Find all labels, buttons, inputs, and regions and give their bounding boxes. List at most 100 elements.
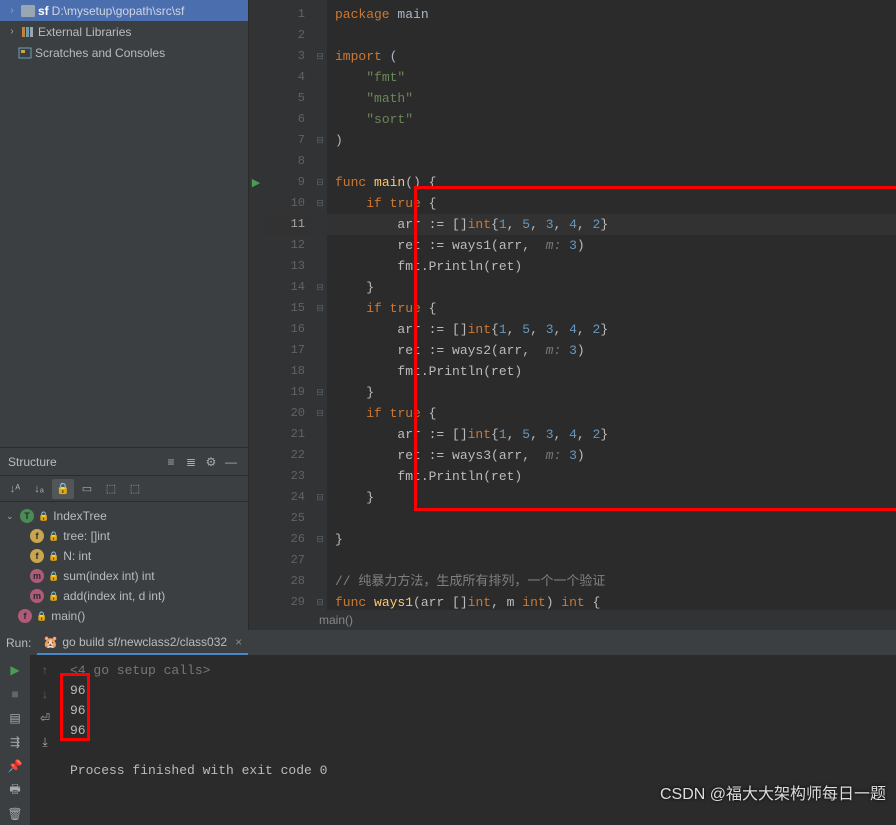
fold-icon[interactable]: ⊟ bbox=[313, 382, 327, 403]
layout-icon[interactable]: ▤ bbox=[4, 707, 26, 729]
sort-alpha-icon[interactable]: ↓ᴬ bbox=[4, 479, 26, 499]
project-root-row[interactable]: › sf D:\mysetup\gopath\src\sf bbox=[0, 0, 248, 21]
breadcrumb-item[interactable]: main() bbox=[319, 613, 353, 627]
code-line[interactable]: "math" bbox=[327, 88, 896, 109]
lock-icon: 🔒 bbox=[48, 551, 59, 562]
stop-icon[interactable]: ■ bbox=[4, 683, 26, 705]
code-line[interactable] bbox=[327, 550, 896, 571]
scratches-row[interactable]: Scratches and Consoles bbox=[0, 42, 248, 63]
sort-visibility-icon[interactable]: ↓ₐ bbox=[28, 479, 50, 499]
run-label: Run: bbox=[6, 636, 31, 650]
fold-icon[interactable]: ⊟ bbox=[313, 172, 327, 193]
code-line[interactable]: arr := []int{1, 5, 3, 4, 2} bbox=[327, 424, 896, 445]
watermark: CSDN @福大大架构师每日一题 bbox=[660, 780, 886, 804]
code-line[interactable]: arr := []int{1, 5, 3, 4, 2} bbox=[327, 319, 896, 340]
autoscroll-from-icon[interactable]: ⬚ bbox=[124, 479, 146, 499]
code-line[interactable] bbox=[327, 508, 896, 529]
structure-member-row[interactable]: m🔒sum(index int) int bbox=[0, 566, 248, 586]
gear-icon[interactable]: ⚙ bbox=[202, 453, 220, 471]
structure-tree: ⌄ T 🔒 IndexTree f 🔒 tree: []int f 🔒 N: int m🔒s… bbox=[0, 502, 248, 630]
type-icon: T bbox=[20, 509, 34, 523]
structure-member-row[interactable]: m🔒add(index int, d int) bbox=[0, 586, 248, 606]
code-line[interactable]: import ( bbox=[327, 46, 896, 67]
main-area: › sf D:\mysetup\gopath\src\sf › External… bbox=[0, 0, 896, 630]
code-line[interactable]: if true { bbox=[327, 298, 896, 319]
chevron-down-icon[interactable]: ⌄ bbox=[6, 511, 16, 522]
code-line[interactable] bbox=[327, 25, 896, 46]
code-line[interactable]: fmt.Println(ret) bbox=[327, 361, 896, 382]
filter-icon[interactable]: ⇶ bbox=[4, 731, 26, 753]
wrap-icon[interactable]: ⏎ bbox=[34, 707, 56, 729]
collapse-icon[interactable]: ≣ bbox=[182, 453, 200, 471]
code-line[interactable] bbox=[327, 151, 896, 172]
fold-icon[interactable]: ⊟ bbox=[313, 403, 327, 424]
code-line[interactable]: ) bbox=[327, 130, 896, 151]
lock-icon: 🔒 bbox=[48, 571, 59, 582]
external-libraries-row[interactable]: › External Libraries bbox=[0, 21, 248, 42]
run-marker-gutter: ▶ bbox=[249, 0, 263, 630]
code-line[interactable]: if true { bbox=[327, 403, 896, 424]
fold-icon[interactable]: ⊟ bbox=[313, 277, 327, 298]
code-line[interactable]: ret := ways3(arr, m: 3) bbox=[327, 445, 896, 466]
show-folder-icon[interactable]: ▭ bbox=[76, 479, 98, 499]
code-line[interactable]: arr := []int{1, 5, 3, 4, 2} bbox=[327, 214, 896, 235]
code-line[interactable]: } bbox=[327, 277, 896, 298]
code-line[interactable]: // 纯暴力方法，生成所有排列，一个一个验证 bbox=[327, 571, 896, 592]
line-number-gutter[interactable]: 1234567891011121314151617181920212223242… bbox=[263, 0, 313, 630]
fold-icon[interactable]: ⊟ bbox=[313, 529, 327, 550]
fold-gutter[interactable]: ⊟⊟⊟⊟⊟⊟⊟⊟⊟⊟⊟ bbox=[313, 0, 327, 630]
code-line[interactable]: "sort" bbox=[327, 109, 896, 130]
show-fields-icon[interactable]: 🔒 bbox=[52, 479, 74, 499]
print-icon[interactable]: 🖶 bbox=[4, 779, 26, 801]
code-area[interactable]: package main import ( "fmt" "math" "sort"… bbox=[327, 0, 896, 630]
code-line[interactable]: } bbox=[327, 382, 896, 403]
fold-icon[interactable]: ⊟ bbox=[313, 193, 327, 214]
autoscroll-icon[interactable]: ⬚ bbox=[100, 479, 122, 499]
rerun-icon[interactable]: ▶ bbox=[4, 659, 26, 681]
trash-icon[interactable]: 🗑 bbox=[4, 803, 26, 825]
structure-main-row[interactable]: f 🔒 main() bbox=[0, 606, 248, 626]
code-line[interactable]: ret := ways1(arr, m: 3) bbox=[327, 235, 896, 256]
code-line[interactable]: ret := ways2(arr, m: 3) bbox=[327, 340, 896, 361]
close-icon[interactable]: × bbox=[235, 635, 242, 649]
code-line[interactable]: } bbox=[327, 487, 896, 508]
structure-member-row[interactable]: f🔒N: int bbox=[0, 546, 248, 566]
chevron-right-icon[interactable]: › bbox=[6, 5, 18, 16]
structure-type-row[interactable]: ⌄ T 🔒 IndexTree bbox=[0, 506, 248, 526]
member-label: tree: []int bbox=[63, 529, 110, 543]
console-line: 96 bbox=[70, 681, 886, 701]
chevron-right-icon[interactable]: › bbox=[6, 26, 18, 37]
lock-icon: 🔒 bbox=[38, 511, 49, 522]
run-config-tab[interactable]: 🐹 go build sf/newclass2/class032 × bbox=[37, 631, 248, 655]
member-label: add(index int, d int) bbox=[63, 589, 165, 603]
lock-icon: 🔒 bbox=[48, 531, 59, 542]
function-icon: f bbox=[18, 609, 32, 623]
library-icon bbox=[21, 26, 35, 38]
field-icon: f bbox=[30, 529, 44, 543]
code-line[interactable]: fmt.Println(ret) bbox=[327, 466, 896, 487]
member-label: N: int bbox=[63, 549, 91, 563]
lock-icon: 🔒 bbox=[36, 611, 47, 622]
left-panel: › sf D:\mysetup\gopath\src\sf › External… bbox=[0, 0, 249, 630]
down-icon[interactable]: ↓ bbox=[34, 683, 56, 705]
up-icon[interactable]: ↑ bbox=[34, 659, 56, 681]
structure-main-label: main() bbox=[51, 609, 85, 623]
scroll-end-icon[interactable]: ⤓ bbox=[34, 731, 56, 753]
code-line[interactable]: func main() { bbox=[327, 172, 896, 193]
breadcrumb[interactable]: main() bbox=[313, 610, 896, 630]
fold-icon[interactable]: ⊟ bbox=[313, 130, 327, 151]
structure-root-label: IndexTree bbox=[53, 509, 107, 523]
fold-icon[interactable]: ⊟ bbox=[313, 46, 327, 67]
code-line[interactable]: if true { bbox=[327, 193, 896, 214]
fold-icon[interactable]: ⊟ bbox=[313, 487, 327, 508]
code-line[interactable]: "fmt" bbox=[327, 67, 896, 88]
code-line[interactable]: fmt.Println(ret) bbox=[327, 256, 896, 277]
run-gutter-icon[interactable]: ▶ bbox=[249, 172, 263, 193]
hide-icon[interactable]: — bbox=[222, 453, 240, 471]
structure-member-row[interactable]: f 🔒 tree: []int bbox=[0, 526, 248, 546]
code-line[interactable]: package main bbox=[327, 4, 896, 25]
code-line[interactable]: } bbox=[327, 529, 896, 550]
fold-icon[interactable]: ⊟ bbox=[313, 298, 327, 319]
pin-icon[interactable]: 📌 bbox=[4, 755, 26, 777]
expand-icon[interactable]: ≡ bbox=[162, 453, 180, 471]
